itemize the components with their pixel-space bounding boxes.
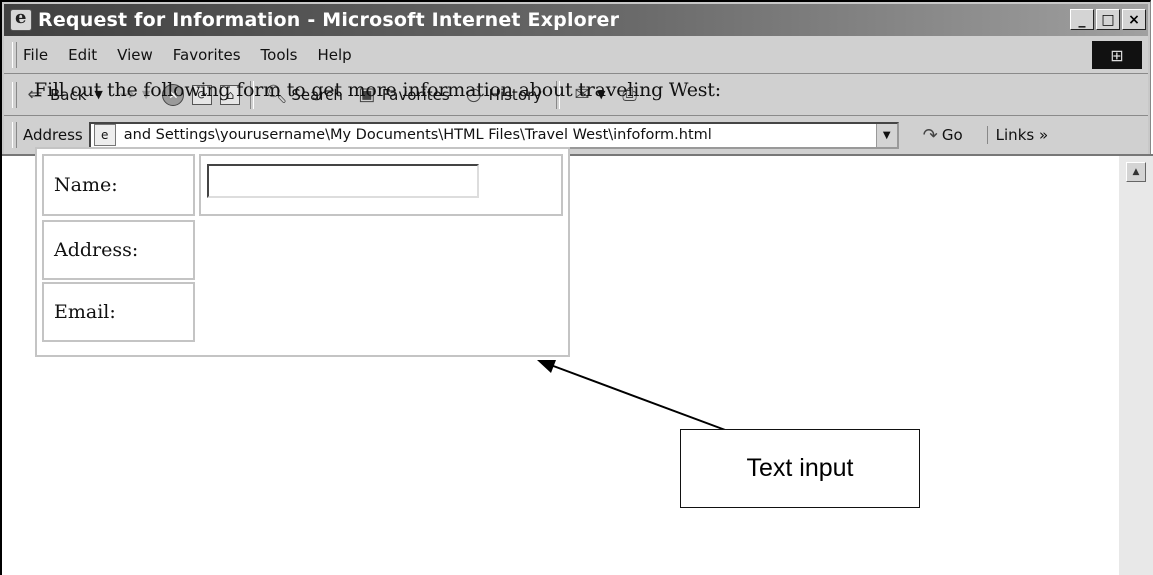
internet-explorer-icon	[10, 7, 32, 31]
menu-favorites[interactable]: Favorites	[173, 46, 241, 64]
maximize-button[interactable]: □	[1096, 9, 1120, 30]
windows-logo-icon: ⊞	[1092, 41, 1142, 69]
address-label-cell: Address:	[42, 220, 195, 280]
address-label: Address	[23, 126, 83, 144]
address-field-label: Address:	[54, 239, 139, 261]
menu-grip[interactable]	[12, 41, 17, 68]
address-dropdown-icon[interactable]: ▼	[875, 123, 897, 147]
go-arrow-icon: ↷	[922, 124, 938, 146]
page-icon: e	[93, 124, 116, 146]
close-button[interactable]: ×	[1122, 9, 1146, 30]
intro-text: Fill out the following form to get more …	[34, 79, 721, 101]
name-label: Name:	[54, 174, 118, 196]
menu-tools[interactable]: Tools	[261, 46, 298, 64]
name-text-input[interactable]	[207, 164, 479, 198]
address-grip[interactable]	[12, 122, 17, 148]
go-button[interactable]: ↷ Go	[923, 125, 963, 146]
window-title: Request for Information - Microsoft Inte…	[38, 9, 620, 31]
scroll-up-icon[interactable]: ▲	[1126, 162, 1146, 182]
info-form-table: Name: Address: Email:	[35, 147, 570, 357]
name-label-cell: Name:	[42, 154, 195, 216]
minimize-button[interactable]: _	[1070, 9, 1094, 30]
address-input[interactable]: e and Settings\yourusername\My Documents…	[88, 121, 899, 149]
email-label-cell: Email:	[42, 282, 195, 342]
toolbar-grip[interactable]	[12, 81, 17, 108]
menu-view[interactable]: View	[117, 46, 153, 64]
text-input-callout: Text input	[680, 429, 920, 508]
address-value: and Settings\yourusername\My Documents\H…	[123, 127, 712, 143]
menu-edit[interactable]: Edit	[68, 46, 97, 64]
menu-bar: File Edit View Favorites Tools Help ⊞	[4, 36, 1148, 74]
title-bar: Request for Information - Microsoft Inte…	[4, 4, 1148, 36]
go-label: Go	[941, 126, 963, 144]
email-label: Email:	[54, 301, 116, 323]
menu-file[interactable]: File	[23, 46, 48, 64]
window-controls: _ □ ×	[1070, 9, 1146, 30]
menu-help[interactable]: Help	[318, 46, 352, 64]
vertical-scrollbar[interactable]: ▲	[1119, 156, 1153, 575]
links-button[interactable]: Links »	[986, 126, 1048, 144]
